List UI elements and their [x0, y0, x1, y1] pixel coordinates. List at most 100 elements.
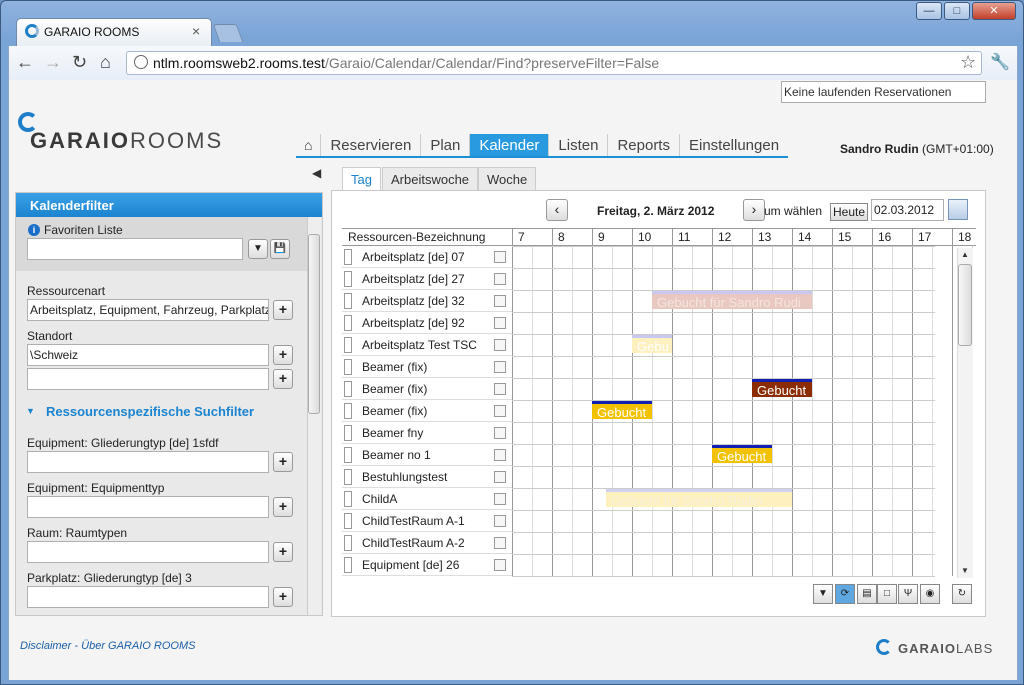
next-day-button[interactable]: ›: [743, 199, 765, 221]
disclaimer-link[interactable]: Disclaimer: [20, 640, 71, 652]
resource-checkbox[interactable]: [494, 361, 506, 373]
resource-row[interactable]: Beamer fny: [342, 422, 512, 444]
field-input[interactable]: [27, 586, 269, 608]
nav-home-icon[interactable]: ⌂: [296, 134, 320, 156]
field-add-button[interactable]: +: [273, 452, 293, 472]
resource-row[interactable]: Bestuhlungstest: [342, 466, 512, 488]
reload-calendar-icon[interactable]: ↻: [952, 584, 972, 604]
ressourcenart-input[interactable]: Arbeitsplatz, Equipment, Fahrzeug, Parkp…: [27, 299, 269, 321]
booking-block[interactable]: Gebucht für Sandro Rudin: [606, 489, 792, 507]
section-title[interactable]: Ressourcenspezifische Suchfilter: [46, 404, 254, 419]
list-icon[interactable]: ▤: [857, 584, 877, 604]
field-input[interactable]: [27, 541, 269, 563]
resource-row[interactable]: Arbeitsplatz [de] 07: [342, 246, 512, 268]
date-input[interactable]: 02.03.2012: [871, 199, 944, 221]
field-add-button[interactable]: +: [273, 587, 293, 607]
resource-checkbox[interactable]: [494, 537, 506, 549]
resource-checkbox[interactable]: [494, 339, 506, 351]
maximize-button[interactable]: □: [944, 2, 970, 20]
resource-checkbox[interactable]: [494, 427, 506, 439]
tab-tag[interactable]: Tag: [342, 167, 381, 192]
save-favorite-icon[interactable]: 💾: [270, 239, 290, 259]
row-gridline: [512, 532, 935, 533]
collapse-panel-icon[interactable]: ◀: [312, 166, 321, 180]
hour-label: 13: [758, 230, 772, 244]
booking-block[interactable]: Gebucht: [752, 379, 812, 397]
field-add-button[interactable]: +: [273, 497, 293, 517]
calendar-scroll-thumb[interactable]: [958, 264, 972, 346]
resource-row[interactable]: Beamer no 1: [342, 444, 512, 466]
resource-row[interactable]: Beamer (fix): [342, 356, 512, 378]
resource-checkbox[interactable]: [494, 515, 506, 527]
section-expand-icon[interactable]: ▼: [26, 406, 35, 416]
resource-checkbox[interactable]: [494, 295, 506, 307]
hour-gridline: [792, 229, 793, 576]
filter-icon[interactable]: ▼: [813, 584, 833, 604]
reload-icon[interactable]: ↻: [72, 52, 87, 73]
favorites-dropdown-icon[interactable]: ▼: [248, 239, 268, 259]
field-input[interactable]: [27, 496, 269, 518]
filter-scroll-thumb[interactable]: [308, 234, 320, 414]
resource-row[interactable]: Arbeitsplatz Test TSC: [342, 334, 512, 356]
resource-checkbox[interactable]: [494, 273, 506, 285]
resource-checkbox[interactable]: [494, 449, 506, 461]
bookmark-star-icon[interactable]: ☆: [960, 52, 976, 73]
back-icon[interactable]: ←: [16, 52, 34, 73]
scroll-down-icon[interactable]: ▼: [961, 566, 969, 575]
resource-checkbox[interactable]: [494, 493, 506, 505]
nav-plan[interactable]: Plan: [420, 134, 469, 156]
resource-row[interactable]: ChildA: [342, 488, 512, 510]
ressourcenart-add-button[interactable]: +: [273, 300, 293, 320]
catering-icon[interactable]: Ψ: [898, 584, 918, 604]
calendar-picker-icon[interactable]: [948, 199, 968, 220]
about-link[interactable]: Über GARAIO ROOMS: [81, 640, 195, 652]
tab-woche[interactable]: Woche: [478, 167, 537, 191]
vehicle-icon[interactable]: ◉: [920, 584, 940, 604]
nav-einstellungen[interactable]: Einstellungen: [678, 134, 788, 156]
resource-name: ChildTestRaum A-2: [362, 536, 465, 550]
today-button[interactable]: Heute: [830, 203, 868, 221]
wrench-icon[interactable]: 🔧: [990, 52, 1010, 72]
booking-block[interactable]: Gebucht für Sandro Rudi: [652, 291, 812, 309]
nav-listen[interactable]: Listen: [548, 134, 607, 156]
scroll-up-icon[interactable]: ▲: [961, 250, 969, 259]
resource-checkbox[interactable]: [494, 405, 506, 417]
column-header: Ressourcen-Bezeichnung: [348, 230, 486, 244]
resource-row[interactable]: ChildTestRaum A-2: [342, 532, 512, 554]
field-input[interactable]: [27, 451, 269, 473]
monitor-icon[interactable]: □: [877, 584, 897, 604]
prev-day-button[interactable]: ‹: [546, 199, 568, 221]
standort-add-button-2[interactable]: +: [273, 369, 293, 389]
tab-close-icon[interactable]: ×: [192, 23, 200, 39]
resource-row[interactable]: Arbeitsplatz [de] 32: [342, 290, 512, 312]
tab-arbeitswoche[interactable]: Arbeitswoche: [382, 167, 479, 191]
forward-icon[interactable]: →: [44, 52, 62, 73]
footer-links: Disclaimer - Über GARAIO ROOMS: [20, 640, 196, 652]
resource-row[interactable]: Equipment [de] 26: [342, 554, 512, 576]
field-add-button[interactable]: +: [273, 542, 293, 562]
resource-checkbox[interactable]: [494, 383, 506, 395]
booking-block[interactable]: Gebucht: [712, 445, 772, 463]
resource-row[interactable]: Beamer (fix): [342, 400, 512, 422]
standort-add-button[interactable]: +: [273, 345, 293, 365]
standort-input[interactable]: \Schweiz: [27, 344, 269, 366]
resource-row[interactable]: Arbeitsplatz [de] 27: [342, 268, 512, 290]
resource-checkbox[interactable]: [494, 471, 506, 483]
resource-row[interactable]: ChildTestRaum A-1: [342, 510, 512, 532]
close-window-button[interactable]: ✕: [972, 2, 1016, 20]
home-icon[interactable]: ⌂: [100, 52, 111, 73]
nav-reports[interactable]: Reports: [607, 134, 679, 156]
favorites-input[interactable]: [27, 238, 243, 260]
refresh-view-icon[interactable]: ⟳: [835, 584, 855, 604]
standort-input-2[interactable]: [27, 368, 269, 390]
resource-row[interactable]: Arbeitsplatz [de] 92: [342, 312, 512, 334]
booking-block[interactable]: Gebu: [632, 335, 672, 353]
nav-reservieren[interactable]: Reservieren: [320, 134, 420, 156]
resource-row[interactable]: Beamer (fix): [342, 378, 512, 400]
resource-checkbox[interactable]: [494, 251, 506, 263]
minimize-button[interactable]: —: [916, 2, 942, 20]
booking-block[interactable]: Gebucht: [592, 401, 652, 419]
nav-kalender[interactable]: Kalender: [469, 134, 549, 156]
resource-checkbox[interactable]: [494, 559, 506, 571]
resource-checkbox[interactable]: [494, 317, 506, 329]
